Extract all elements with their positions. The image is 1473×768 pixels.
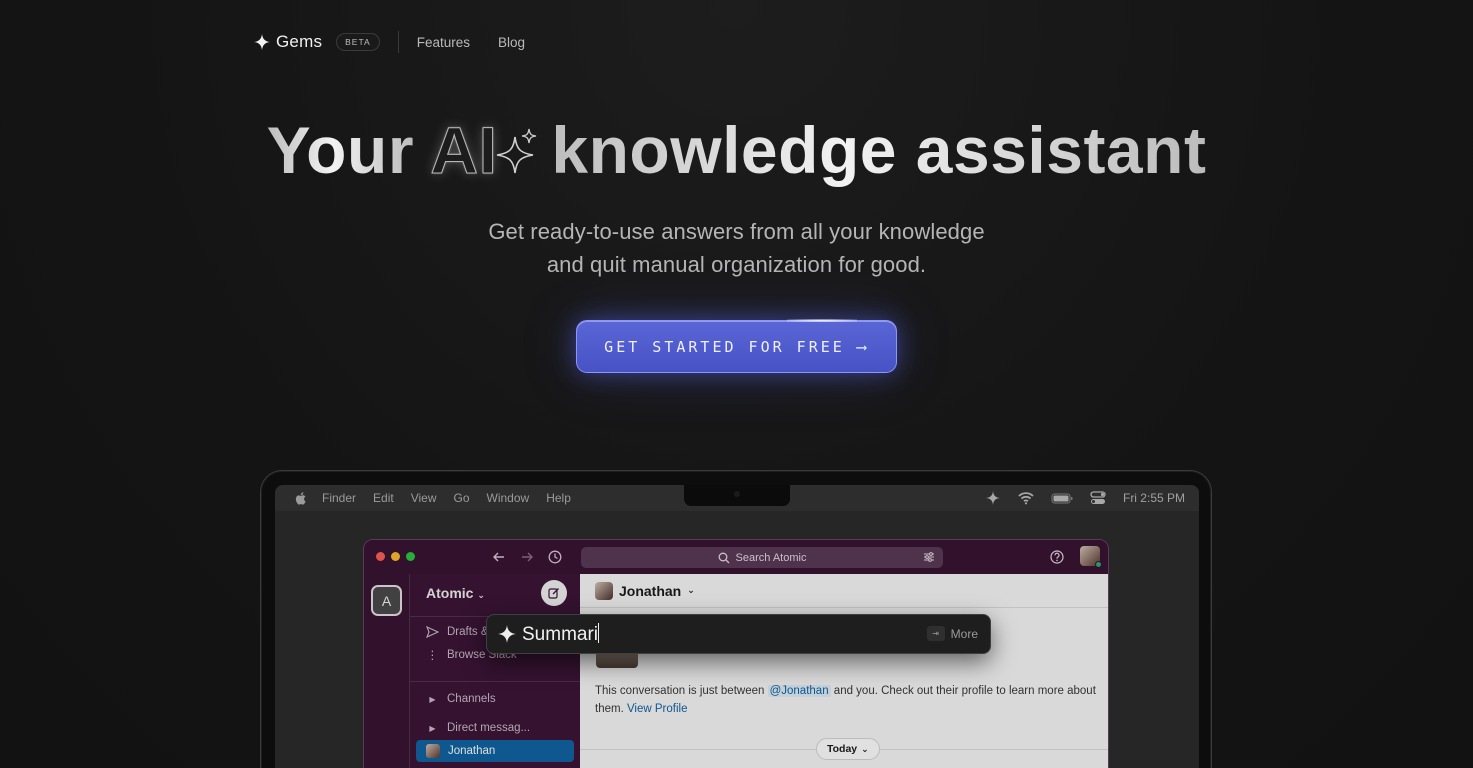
hero-title-pre: Your [266, 113, 415, 187]
sidebar-item-drafts[interactable]: Drafts & [426, 626, 489, 638]
convo-intro-text: This conversation is just between [595, 685, 765, 697]
user-avatar[interactable] [1080, 546, 1102, 568]
slack-search-bar[interactable]: Search Atomic [581, 547, 943, 568]
help-icon[interactable] [1050, 550, 1064, 564]
forward-arrow-icon[interactable] [520, 550, 534, 564]
search-placeholder: Search Atomic [735, 551, 807, 564]
sparkle-icon-popup [498, 625, 516, 643]
gems-query-input[interactable]: Summari [522, 622, 600, 646]
workspace-rail: A [364, 574, 410, 768]
date-pill-label: Today [827, 743, 858, 755]
channel-title: Jonathan [619, 582, 682, 599]
nav-divider [397, 31, 399, 53]
hero-subtitle-line-1: Get ready-to-use answers from all your k… [488, 219, 985, 244]
sidebar-divider-2 [410, 681, 580, 682]
mac-menubar: Finder Edit View Go Window Help Fri 2:55… [275, 485, 1199, 511]
slack-sidebar: Atomic ⌄ Drafts & ⋮ Browse Slack ▶ Chann… [410, 574, 580, 768]
back-arrow-icon[interactable] [492, 550, 506, 564]
hero-title-ai: AI [430, 113, 498, 188]
camera-dot [734, 491, 740, 497]
minimize-window-button[interactable] [391, 552, 400, 561]
menu-finder[interactable]: Finder [322, 491, 356, 505]
compose-button[interactable] [541, 580, 567, 606]
menu-help[interactable]: Help [546, 491, 571, 505]
menu-go[interactable]: Go [454, 491, 470, 505]
chevron-down-icon-2: ⌄ [687, 585, 695, 595]
get-started-button[interactable]: GET STARTED FOR FREE ⟶ [576, 319, 897, 373]
filter-sliders-icon[interactable] [923, 551, 935, 563]
workspace-name-label: Atomic [426, 585, 474, 601]
mention-link[interactable]: @Jonathan [767, 685, 831, 697]
send-icon [426, 626, 439, 638]
chevron-down-icon: ⌄ [477, 590, 485, 600]
menubar-clock[interactable]: Fri 2:55 PM [1123, 491, 1185, 505]
hero-subtitle: Get ready-to-use answers from all your k… [0, 215, 1473, 281]
workspace-switcher[interactable]: A [371, 585, 402, 616]
tab-key-icon: ⇥ [926, 626, 945, 641]
caret-right-icon-2: ▶ [429, 723, 436, 733]
menu-view[interactable]: View [411, 491, 437, 505]
chevron-down-icon-3: ⌄ [861, 743, 869, 754]
jonathan-avatar [426, 744, 440, 758]
online-status-dot [1095, 561, 1102, 568]
menu-window[interactable]: Window [487, 491, 530, 505]
conversation-intro: This conversation is just between @Jonat… [595, 682, 1100, 718]
sidebar-item-direct-label: Direct messag... [447, 722, 531, 734]
wifi-icon[interactable] [1018, 491, 1034, 505]
more-button[interactable]: ⇥ More [926, 626, 978, 641]
close-window-button[interactable] [376, 552, 385, 561]
zoom-window-button[interactable] [406, 552, 415, 561]
camera-notch [684, 485, 790, 506]
brand-name: Gems [276, 32, 323, 51]
battery-icon[interactable] [1051, 491, 1073, 505]
hero-subtitle-line-2: and quit manual organization for good. [546, 252, 927, 277]
sidebar-item-jonathan[interactable]: Jonathan [416, 740, 574, 762]
more-label: More [950, 626, 978, 641]
compose-icon [548, 588, 559, 599]
sidebar-item-channels[interactable]: ▶ Channels [426, 693, 496, 705]
sparkles-icon [497, 128, 537, 174]
top-nav: Gems BETA Features Blog [254, 28, 553, 56]
gems-query-text: Summari [522, 623, 599, 645]
control-center-icon[interactable] [1090, 491, 1106, 505]
history-clock-icon[interactable] [548, 550, 562, 564]
gems-command-bar[interactable]: Summari ⇥ More [486, 614, 991, 654]
nav-link-blog[interactable]: Blog [498, 35, 525, 50]
gems-sparkle-icon[interactable] [985, 491, 1001, 505]
get-started-label: GET STARTED FOR FREE [604, 337, 845, 356]
menubar-status: Fri 2:55 PM [985, 485, 1185, 511]
nav-link-features[interactable]: Features [417, 35, 470, 50]
arrow-right-icon: ⟶ [856, 337, 869, 356]
more-vertical-icon: ⋮ [426, 650, 439, 662]
menu-edit[interactable]: Edit [373, 491, 394, 505]
cta-highlight [787, 319, 857, 322]
channel-header[interactable]: Jonathan ⌄ [580, 574, 1108, 608]
beta-badge: BETA [336, 33, 380, 51]
apple-icon[interactable] [295, 491, 306, 505]
hero-title-post: knowledge assistant [551, 113, 1207, 187]
sidebar-item-jonathan-label: Jonathan [448, 745, 496, 757]
sidebar-item-drafts-label: Drafts & [447, 626, 489, 638]
workspace-name[interactable]: Atomic ⌄ [426, 585, 485, 601]
text-caret [598, 622, 600, 643]
view-profile-link[interactable]: View Profile [627, 703, 688, 715]
sparkle-icon [254, 34, 270, 50]
channel-avatar [595, 581, 613, 600]
search-icon [718, 552, 729, 563]
slack-titlebar: Search Atomic [364, 540, 1108, 574]
brand-logo[interactable]: Gems BETA [254, 32, 380, 52]
sidebar-item-direct-messages[interactable]: ▶ Direct messag... [426, 722, 530, 734]
slack-main-pane: Jonathan ⌄ This conversation is just bet… [580, 574, 1108, 768]
date-pill[interactable]: Today ⌄ [816, 738, 880, 760]
hero-title: Your AI knowledge assistant [0, 112, 1473, 188]
caret-right-icon: ▶ [429, 694, 436, 704]
sidebar-item-channels-label: Channels [447, 693, 496, 705]
